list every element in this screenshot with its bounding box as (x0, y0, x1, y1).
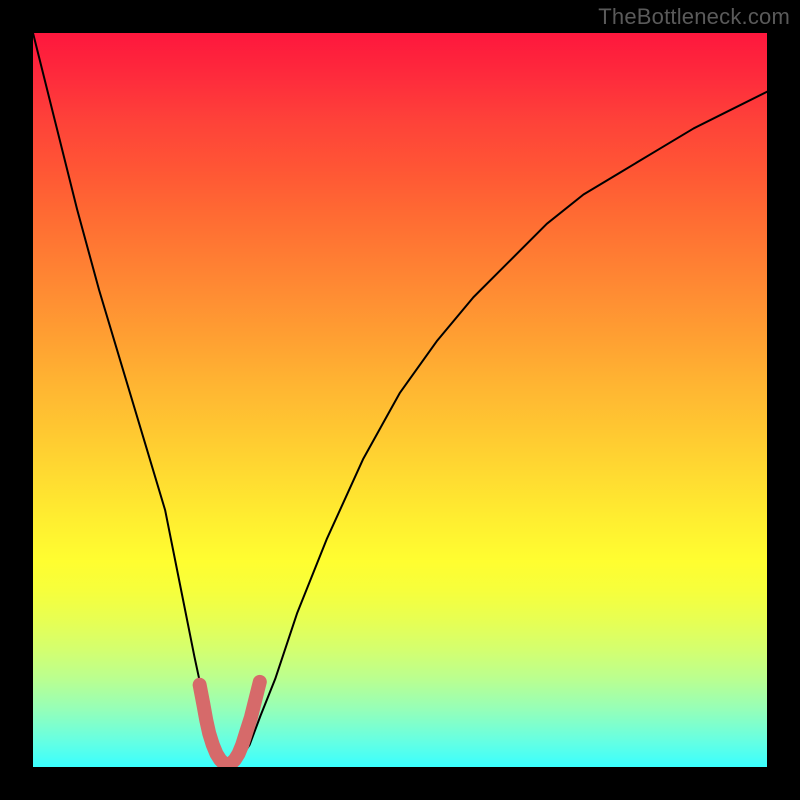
plot-area (33, 33, 767, 767)
main-curve (33, 33, 767, 765)
attribution-text: TheBottleneck.com (598, 4, 790, 30)
highlight-curve (200, 682, 260, 765)
chart-svg (33, 33, 767, 767)
chart-outer-frame: TheBottleneck.com (0, 0, 800, 800)
